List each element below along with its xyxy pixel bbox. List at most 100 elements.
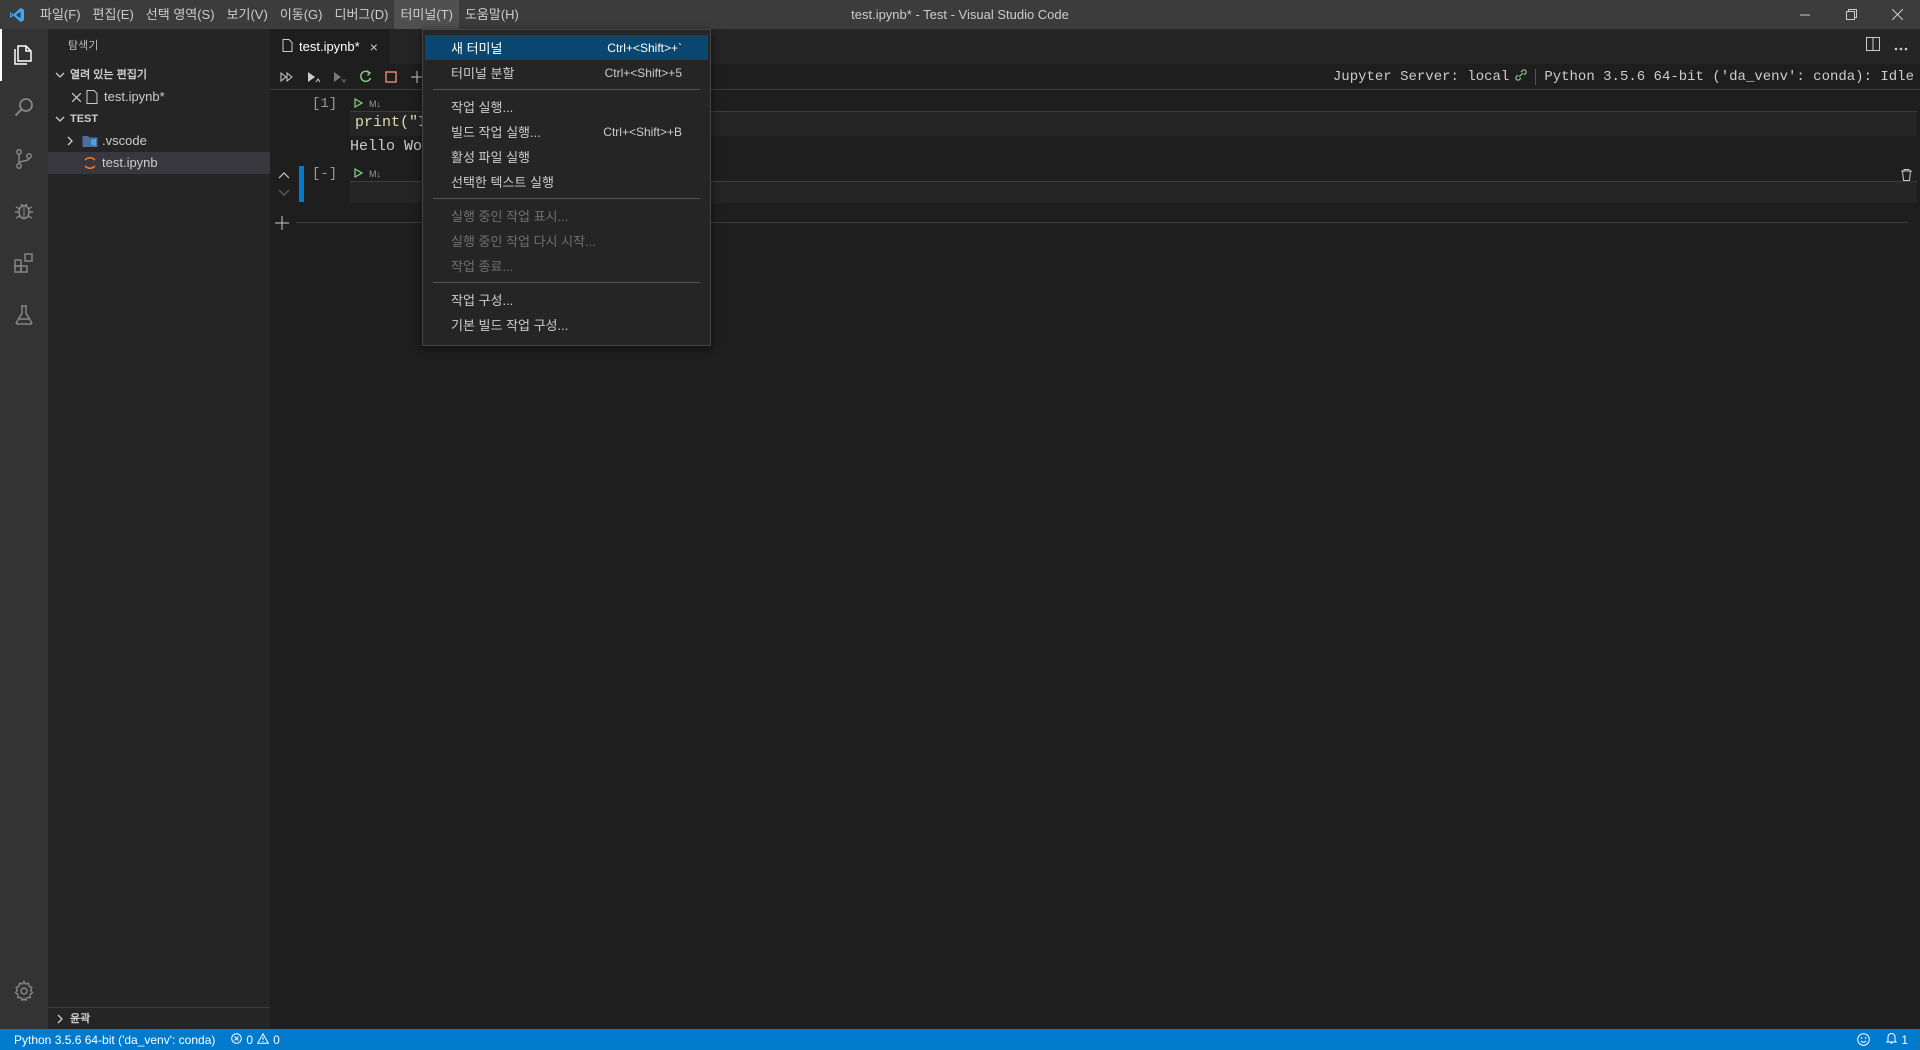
- extensions-icon[interactable]: [0, 237, 48, 289]
- open-editor-label: test.ipynb*: [104, 89, 165, 104]
- open-editors-label: 열려 있는 편집기: [70, 69, 147, 81]
- notifications-status[interactable]: 1: [1878, 1029, 1916, 1050]
- menu-edit[interactable]: 편집(E): [87, 0, 140, 29]
- window-controls: [1782, 0, 1920, 29]
- terminal-menu-dropdown: 새 터미널 Ctrl+<Shift>+` 터미널 분할 Ctrl+<Shift>…: [422, 29, 711, 346]
- tab-close-icon[interactable]: ×: [370, 39, 378, 55]
- cell-toolbar: M↓: [354, 167, 381, 180]
- menu-item-show-running-tasks: 실행 중인 작업 표시...: [425, 203, 708, 228]
- move-up-icon[interactable]: [278, 166, 290, 184]
- run-above-icon[interactable]: [300, 64, 326, 90]
- run-cell-icon[interactable]: [354, 97, 364, 110]
- chevron-right-icon: [52, 1014, 68, 1024]
- menu-item-restart-running-task: 실행 중인 작업 다시 시작...: [425, 228, 708, 253]
- menu-selection[interactable]: 선택 영역(S): [140, 0, 221, 29]
- outline-label: 윤곽: [70, 1012, 91, 1025]
- kernel-status: Jupyter Server: local Python 3.5.6 64-bi…: [1333, 64, 1914, 90]
- status-bar: Python 3.5.6 64-bit ('da_venv': conda) 0…: [0, 1029, 1920, 1050]
- folder-header[interactable]: TEST: [48, 108, 270, 130]
- error-count: 0: [246, 1032, 254, 1047]
- jupyter-server-label[interactable]: Jupyter Server: local: [1333, 69, 1509, 85]
- minimize-icon[interactable]: [1782, 0, 1828, 29]
- restore-icon[interactable]: [1828, 0, 1874, 29]
- debug-icon[interactable]: [0, 185, 48, 237]
- menu-item-label: 기본 빌드 작업 구성...: [451, 318, 569, 333]
- menu-file[interactable]: 파일(F): [34, 0, 87, 29]
- tree-item-vscode-folder[interactable]: .vscode: [48, 130, 270, 152]
- menu-item-label: 실행 중인 작업 표시...: [451, 209, 569, 224]
- bell-icon: [1886, 1032, 1898, 1047]
- warning-icon: [256, 1032, 270, 1047]
- search-icon[interactable]: [0, 81, 48, 133]
- file-icon: [84, 89, 100, 105]
- run-below-icon[interactable]: [326, 64, 352, 90]
- warning-count: 0: [273, 1032, 280, 1047]
- cell-output: Hello Wo: [350, 138, 423, 155]
- move-down-icon[interactable]: [278, 184, 290, 202]
- menu-item-label: 활성 파일 실행: [451, 150, 530, 165]
- divider: [1535, 69, 1537, 85]
- cell-execution-count: [1]: [312, 96, 338, 112]
- cell-execution-count: [-]: [312, 166, 338, 182]
- menu-item-run-task[interactable]: 작업 실행...: [425, 94, 708, 119]
- run-cell-icon[interactable]: [354, 167, 364, 180]
- feedback-smiley-icon[interactable]: [1849, 1029, 1878, 1050]
- notification-count: 1: [1901, 1032, 1908, 1047]
- interrupt-kernel-icon[interactable]: [378, 64, 404, 90]
- vscode-folder-icon: [82, 133, 98, 149]
- problems-status[interactable]: 0 0: [223, 1029, 287, 1050]
- tab-test-ipynb[interactable]: test.ipynb* ×: [270, 29, 390, 64]
- add-cell-icon[interactable]: [275, 216, 289, 235]
- menu-separator: [433, 89, 700, 90]
- menu-go[interactable]: 이동(G): [274, 0, 329, 29]
- menu-item-run-active-file[interactable]: 활성 파일 실행: [425, 144, 708, 169]
- title-bar: 파일(F) 편집(E) 선택 영역(S) 보기(V) 이동(G) 디버그(D) …: [0, 0, 1920, 29]
- delete-cell-icon[interactable]: [1901, 168, 1912, 186]
- menu-item-configure-tasks[interactable]: 작업 구성...: [425, 287, 708, 312]
- sidebar-title: 탐색기: [68, 40, 99, 52]
- jupyter-file-icon: [82, 155, 98, 171]
- explorer-sidebar: 탐색기 열려 있는 편집기 test.ipynb* TEST .vscode t…: [48, 29, 270, 1029]
- close-window-icon[interactable]: [1874, 0, 1920, 29]
- chevron-down-icon: [52, 70, 68, 80]
- python-interpreter-status[interactable]: Python 3.5.6 64-bit ('da_venv': conda): [0, 1029, 223, 1050]
- outline-header[interactable]: 윤곽: [48, 1007, 270, 1029]
- chevron-down-icon: [52, 114, 68, 124]
- activity-bar: [0, 29, 48, 1029]
- open-editors-header[interactable]: 열려 있는 편집기: [48, 64, 270, 86]
- tab-label: test.ipynb*: [299, 39, 360, 54]
- menu-item-run-selected-text[interactable]: 선택한 텍스트 실행: [425, 169, 708, 194]
- source-control-icon[interactable]: [0, 133, 48, 185]
- status-bar-right: 1: [1849, 1029, 1916, 1050]
- run-all-icon[interactable]: [274, 64, 300, 90]
- file-icon: [282, 38, 293, 55]
- tree-item-label: .vscode: [102, 133, 147, 148]
- restart-kernel-icon[interactable]: [352, 64, 378, 90]
- menu-bar: 파일(F) 편집(E) 선택 영역(S) 보기(V) 이동(G) 디버그(D) …: [34, 0, 525, 29]
- split-editor-icon[interactable]: [1866, 37, 1880, 56]
- menu-item-run-build-task[interactable]: 빌드 작업 실행... Ctrl+<Shift>+B: [425, 119, 708, 144]
- open-editor-item[interactable]: test.ipynb*: [48, 86, 270, 108]
- menu-item-configure-default-build-task[interactable]: 기본 빌드 작업 구성...: [425, 312, 708, 337]
- menu-debug[interactable]: 디버그(D): [329, 0, 395, 29]
- folder-label: TEST: [70, 113, 99, 125]
- menu-help[interactable]: 도움말(H): [459, 0, 525, 29]
- more-actions-icon[interactable]: [1894, 38, 1908, 56]
- tree-item-test-ipynb[interactable]: test.ipynb: [48, 152, 270, 174]
- menu-item-label: 작업 구성...: [451, 293, 514, 308]
- markdown-toggle[interactable]: M↓: [369, 169, 381, 179]
- cell-toolbar: M↓: [354, 97, 381, 110]
- active-cell-indicator: [299, 166, 304, 202]
- close-icon[interactable]: [68, 89, 84, 105]
- link-icon: [1515, 68, 1527, 86]
- markdown-toggle[interactable]: M↓: [369, 99, 381, 109]
- menu-item-new-terminal[interactable]: 새 터미널 Ctrl+<Shift>+`: [425, 35, 708, 60]
- explorer-icon[interactable]: [0, 29, 48, 81]
- menu-item-label: 작업 실행...: [451, 100, 514, 115]
- test-flask-icon[interactable]: [0, 289, 48, 341]
- menu-item-split-terminal[interactable]: 터미널 분할 Ctrl+<Shift>+5: [425, 60, 708, 85]
- menu-view[interactable]: 보기(V): [221, 0, 274, 29]
- kernel-label[interactable]: Python 3.5.6 64-bit ('da_venv': conda): …: [1544, 69, 1914, 85]
- settings-gear-icon[interactable]: [0, 965, 48, 1017]
- menu-terminal[interactable]: 터미널(T): [394, 0, 459, 29]
